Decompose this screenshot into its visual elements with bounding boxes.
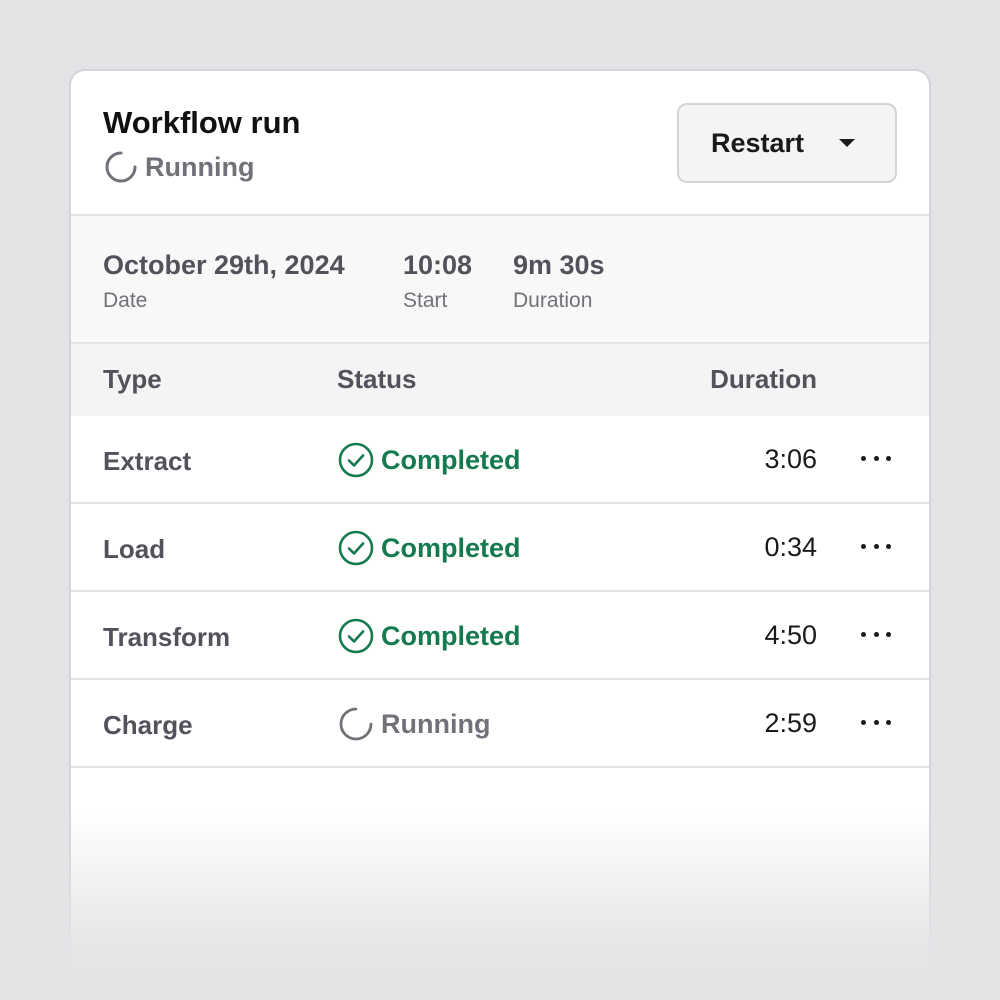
page-title: Workflow run bbox=[103, 105, 301, 140]
table-row[interactable]: Charge Running 2:59 bbox=[71, 680, 929, 768]
row-duration: 0:34 bbox=[764, 532, 817, 562]
row-status-label: Completed bbox=[381, 444, 521, 475]
start-summary: 10:08 Start bbox=[403, 250, 472, 313]
row-status: Completed bbox=[337, 617, 521, 655]
row-type: Charge bbox=[103, 710, 193, 740]
table-row[interactable]: Load Completed 0:34 bbox=[71, 504, 929, 592]
row-status: Running bbox=[337, 705, 490, 743]
date-value: October 29th, 2024 bbox=[103, 250, 345, 280]
table-row[interactable]: Transform Completed 4:50 bbox=[71, 592, 929, 680]
row-status: Completed bbox=[337, 529, 521, 567]
run-status-label: Running bbox=[145, 151, 255, 182]
table-header: Type Status Duration bbox=[71, 344, 929, 416]
restart-button[interactable]: Restart bbox=[677, 103, 897, 183]
row-status-label: Completed bbox=[381, 532, 521, 563]
row-duration: 2:59 bbox=[764, 708, 817, 738]
workflow-run-card: Workflow run Running Restart October 29t… bbox=[69, 69, 931, 969]
check-circle-icon bbox=[338, 530, 374, 566]
more-options-icon[interactable] bbox=[861, 710, 891, 734]
check-circle-icon bbox=[338, 442, 374, 478]
run-status: Running bbox=[103, 149, 254, 185]
row-duration: 4:50 bbox=[764, 620, 817, 650]
date-summary: October 29th, 2024 Date bbox=[103, 250, 345, 313]
row-type: Extract bbox=[103, 446, 192, 476]
column-header-duration: Duration bbox=[710, 364, 817, 394]
start-value: 10:08 bbox=[403, 250, 473, 280]
duration-summary: 9m 30s Duration bbox=[513, 250, 605, 313]
spinner-icon bbox=[339, 707, 373, 741]
row-status-label: Completed bbox=[381, 620, 521, 651]
column-header-status: Status bbox=[337, 364, 417, 394]
caret-down-icon bbox=[839, 139, 855, 147]
row-status-label: Running bbox=[381, 708, 491, 739]
duration-caption: Duration bbox=[513, 289, 593, 312]
table-row[interactable]: Extract Completed 3:06 bbox=[71, 416, 929, 504]
duration-value: 9m 30s bbox=[513, 250, 605, 280]
row-type: Load bbox=[103, 534, 166, 564]
more-options-icon[interactable] bbox=[861, 622, 891, 646]
start-caption: Start bbox=[403, 289, 448, 312]
row-status: Completed bbox=[337, 441, 521, 479]
more-options-icon[interactable] bbox=[861, 534, 891, 558]
card-header: Workflow run Running Restart bbox=[71, 71, 929, 216]
row-type: Transform bbox=[103, 622, 231, 652]
spinner-icon bbox=[105, 151, 137, 183]
date-caption: Date bbox=[103, 289, 148, 312]
run-summary: October 29th, 2024 Date 10:08 Start 9m 3… bbox=[71, 216, 929, 344]
check-circle-icon bbox=[338, 618, 374, 654]
column-header-type: Type bbox=[103, 364, 162, 394]
row-duration: 3:06 bbox=[764, 444, 817, 474]
restart-button-label: Restart bbox=[711, 127, 805, 158]
more-options-icon[interactable] bbox=[861, 446, 891, 470]
